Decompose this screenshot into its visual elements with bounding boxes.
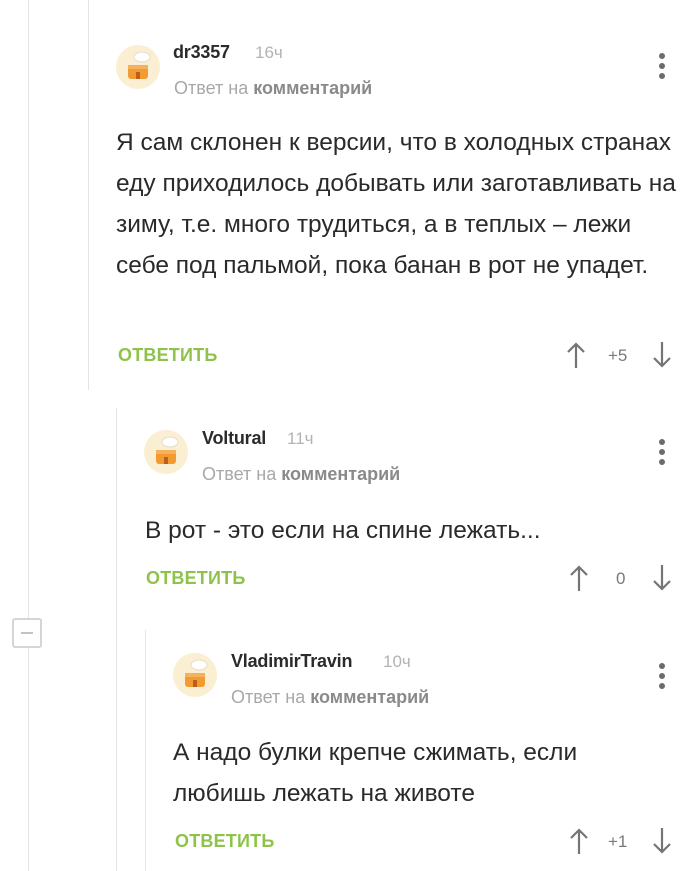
comment-text: Я сам склонен к версии, что в холодных с… [116,129,676,279]
reply-prefix: Ответ на [231,687,306,707]
reply-context: Ответ на комментарий [174,78,372,99]
comment-time: 11ч [287,429,314,448]
parent-comment-link[interactable]: комментарий [281,464,400,484]
reply-context: Ответ на комментарий [202,464,400,485]
arrow-up-icon[interactable] [569,827,589,855]
comment-text: А надо булки крепче сжимать, если любишь… [173,739,578,807]
rating-value: +1 [608,832,628,851]
arrow-down-icon[interactable] [652,827,672,855]
parent-comment-link[interactable]: комментарий [253,78,372,98]
reply-context: Ответ на комментарий [231,687,429,708]
comment-author[interactable]: Voltural [202,428,266,449]
rating-value: +5 [608,346,628,365]
comment-time: 16ч [255,43,283,62]
reply-button[interactable]: ОТВЕТИТЬ [175,831,274,852]
comment-time: 10ч [383,652,411,671]
comment-text: В рот - это если на спине лежать... [145,517,541,544]
more-vertical-icon[interactable] [654,438,670,468]
comment: dr3357 16ч Ответ на комментарий Я сам ск… [89,0,700,400]
more-vertical-icon[interactable] [654,662,670,692]
default-avatar-icon[interactable] [173,653,217,697]
reply-prefix: Ответ на [202,464,277,484]
arrow-down-icon[interactable] [652,564,672,592]
arrow-up-icon[interactable] [569,564,589,592]
reply-button[interactable]: ОТВЕТИТЬ [146,568,245,589]
comment: VladimirTravin 10ч Ответ на комментарий … [146,620,700,871]
more-vertical-icon[interactable] [654,52,670,82]
comment: Voltural 11ч Ответ на комментарий В рот … [117,400,700,620]
minus-icon [21,632,33,634]
thread-line [28,0,29,618]
comment-author[interactable]: VladimirTravin [231,651,352,672]
thread-line [28,648,29,871]
collapse-thread-button[interactable] [12,618,42,648]
comment-author[interactable]: dr3357 [173,42,230,63]
arrow-down-icon[interactable] [652,341,672,369]
reply-prefix: Ответ на [174,78,249,98]
arrow-up-icon[interactable] [566,341,586,369]
default-avatar-icon[interactable] [144,430,188,474]
default-avatar-icon[interactable] [116,45,160,89]
rating-value: 0 [616,569,626,588]
reply-button[interactable]: ОТВЕТИТЬ [118,345,217,366]
parent-comment-link[interactable]: комментарий [310,687,429,707]
